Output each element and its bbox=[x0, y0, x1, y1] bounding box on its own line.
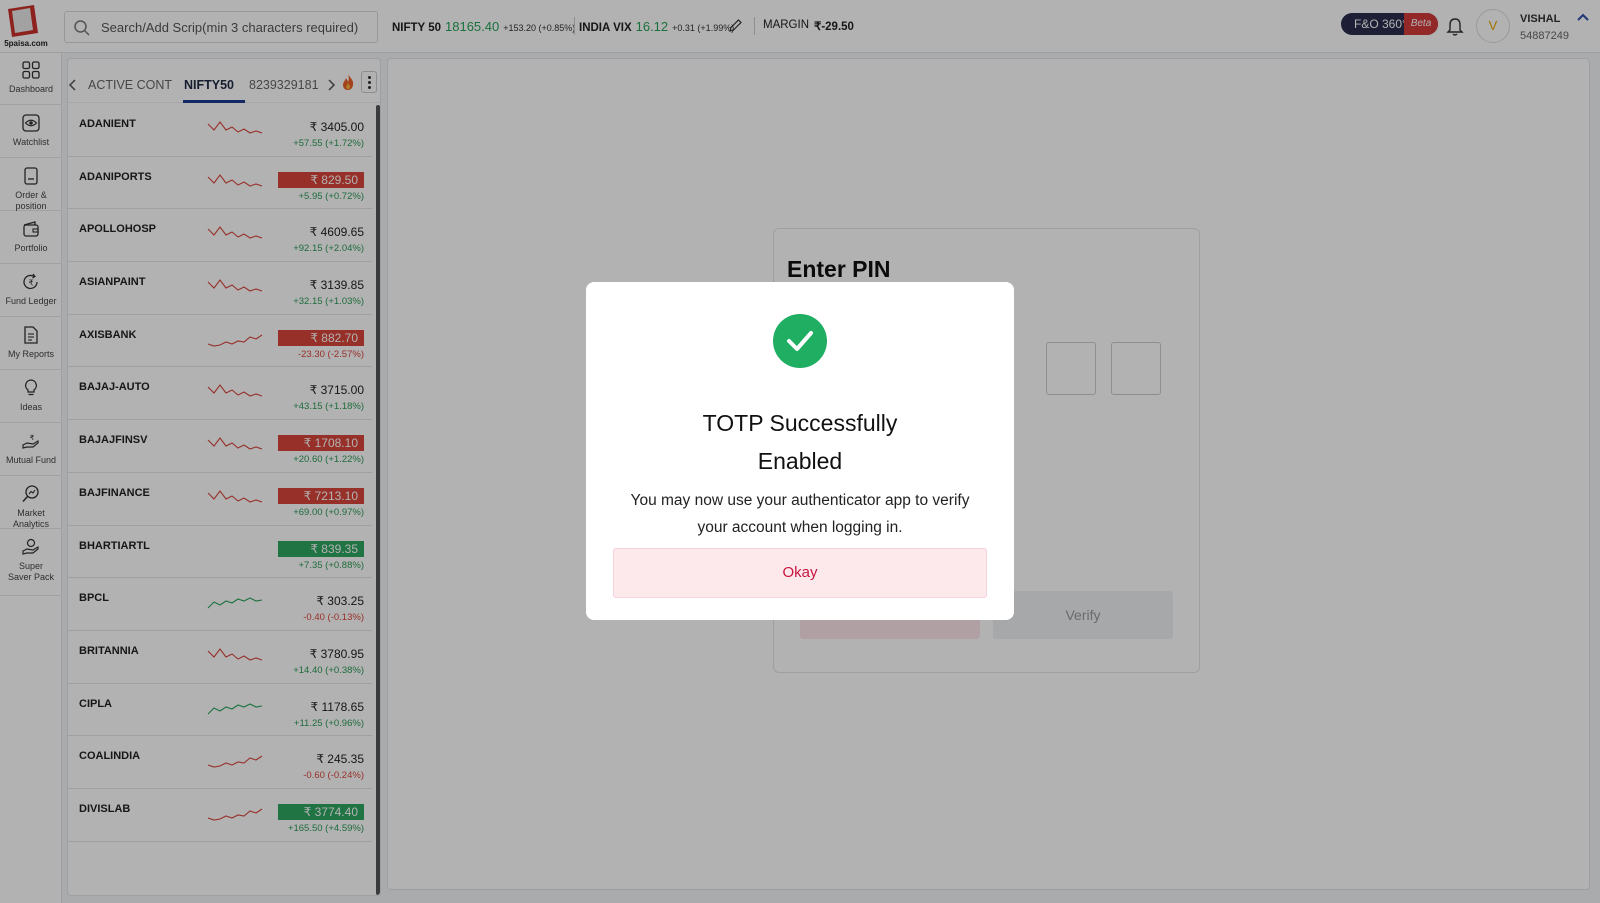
totp-success-dialog: TOTP Successfully Enabled You may now us… bbox=[586, 282, 1014, 620]
dialog-message-line: You may now use your authenticator app t… bbox=[630, 492, 970, 509]
success-check-icon bbox=[773, 314, 827, 368]
dialog-title: TOTP Successfully Enabled bbox=[586, 404, 1014, 480]
dialog-title-line: Enabled bbox=[757, 448, 843, 474]
okay-button[interactable]: Okay bbox=[613, 548, 987, 598]
dialog-message: You may now use your authenticator app t… bbox=[606, 487, 994, 541]
dialog-message-line: your account when logging in. bbox=[697, 519, 903, 536]
dialog-title-line: TOTP Successfully bbox=[702, 410, 898, 436]
